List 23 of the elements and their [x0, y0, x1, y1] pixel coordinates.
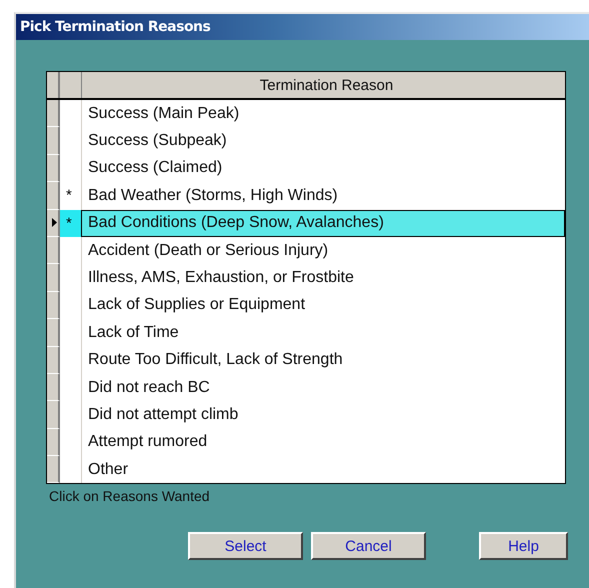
table-cell[interactable]: Other	[82, 456, 565, 484]
dialog-button[interactable]: Help	[479, 532, 568, 560]
table-cell[interactable]: Success (Main Peak)	[82, 100, 565, 128]
table-cell[interactable]: Success (Subpeak)	[82, 127, 565, 155]
table-cell[interactable]: Attempt rumored	[82, 428, 565, 456]
table-cell[interactable]: Illness, AMS, Exhaustion, or Frostbite	[82, 264, 565, 292]
table-cell[interactable]: Did not attempt climb	[82, 401, 565, 429]
row-selector[interactable]	[47, 210, 60, 237]
dialog-button[interactable]: Cancel	[311, 532, 426, 560]
hint-text: Click on Reasons Wanted	[49, 488, 211, 504]
table-cell[interactable]: Route Too Difficult, Lack of Strength	[82, 346, 565, 374]
table-cell[interactable]: Bad Conditions (Deep Snow, Avalanches)	[81, 210, 565, 237]
table-cell[interactable]: Did not reach BC	[82, 374, 565, 402]
table-cell[interactable]: Success (Claimed)	[82, 154, 565, 182]
window-title: Pick Termination Reasons	[20, 19, 210, 35]
table-cell[interactable]: Accident (Death or Serious Injury)	[82, 236, 565, 264]
current-row-icon	[52, 218, 57, 228]
mark-text: *	[66, 188, 72, 204]
mark-text: *	[66, 216, 72, 231]
table-cell[interactable]: Bad Weather (Storms, High Winds)	[82, 182, 565, 210]
table-cell[interactable]: Lack of Time	[82, 319, 565, 347]
dialog-button[interactable]: Select	[188, 532, 303, 560]
table-cell[interactable]: Lack of Supplies or Equipment	[82, 292, 565, 320]
